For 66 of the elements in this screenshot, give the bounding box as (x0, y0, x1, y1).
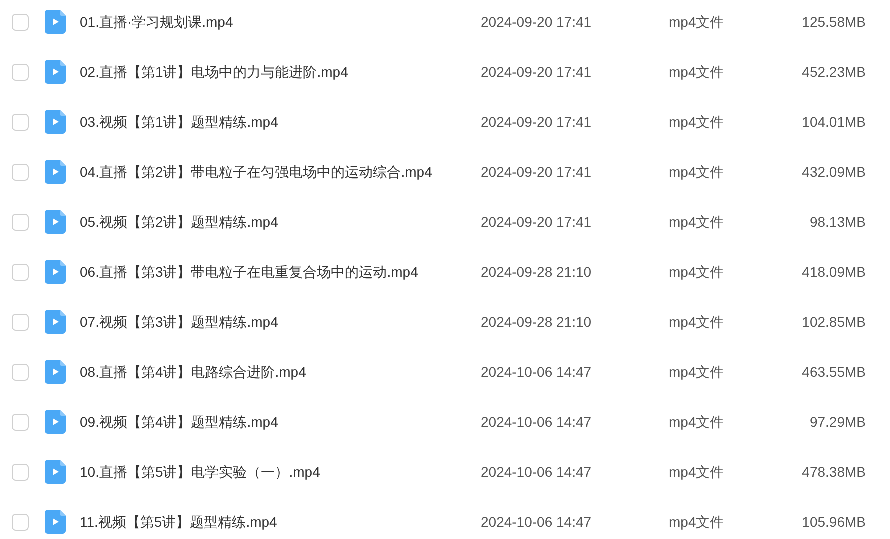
file-name[interactable]: 06.直播【第3讲】带电粒子在电重复合场中的运动.mp4 (80, 262, 481, 282)
file-name[interactable]: 02.直播【第1讲】电场中的力与能进阶.mp4 (80, 62, 481, 82)
video-file-icon (45, 410, 66, 434)
modified-time: 2024-10-06 14:47 (481, 412, 593, 432)
file-size: 104.01MB (801, 112, 866, 132)
checkbox[interactable] (12, 314, 29, 330)
file-size: 97.29MB (808, 412, 866, 432)
checkbox[interactable] (12, 214, 29, 230)
modified-time: 2024-09-28 21:10 (481, 262, 593, 282)
checkbox[interactable] (12, 164, 29, 180)
checkbox[interactable] (12, 114, 29, 130)
checkbox[interactable] (12, 14, 29, 30)
checkbox[interactable] (12, 514, 29, 530)
modified-time: 2024-09-20 17:41 (481, 62, 593, 82)
modified-time: 2024-09-28 21:10 (481, 312, 593, 332)
file-type: mp4文件 (669, 62, 726, 82)
file-name[interactable]: 10.直播【第5讲】电学实验（一）.mp4 (80, 462, 481, 482)
video-file-icon (45, 460, 66, 484)
video-file-icon (45, 360, 66, 384)
file-type: mp4文件 (669, 162, 726, 182)
file-size: 452.23MB (801, 62, 866, 82)
video-file-icon (45, 110, 66, 134)
file-type: mp4文件 (669, 462, 726, 482)
file-name[interactable]: 04.直播【第2讲】带电粒子在匀强电场中的运动综合.mp4 (80, 162, 481, 182)
checkbox[interactable] (12, 414, 29, 430)
file-type: mp4文件 (669, 112, 726, 132)
modified-time: 2024-09-20 17:41 (481, 162, 593, 182)
video-file-icon (45, 60, 66, 84)
file-size: 432.09MB (801, 162, 866, 182)
checkbox[interactable] (12, 264, 29, 280)
modified-time: 2024-10-06 14:47 (481, 362, 593, 382)
file-name[interactable]: 07.视频【第3讲】题型精练.mp4 (80, 312, 481, 332)
file-name[interactable]: 01.直播·学习规划课.mp4 (80, 12, 481, 32)
modified-time: 2024-09-20 17:41 (481, 212, 593, 232)
file-size: 478.38MB (801, 462, 866, 482)
file-type: mp4文件 (669, 212, 726, 232)
file-type: mp4文件 (669, 12, 726, 32)
file-type: mp4文件 (669, 312, 726, 332)
checkbox[interactable] (12, 364, 29, 380)
file-size: 463.55MB (801, 362, 866, 382)
file-type: mp4文件 (669, 362, 726, 382)
file-name[interactable]: 09.视频【第4讲】题型精练.mp4 (80, 412, 481, 432)
modified-time: 2024-09-20 17:41 (481, 112, 593, 132)
video-file-icon (45, 260, 66, 284)
modified-time: 2024-10-06 14:47 (481, 512, 593, 532)
file-name[interactable]: 08.直播【第4讲】电路综合进阶.mp4 (80, 362, 481, 382)
video-file-icon (45, 310, 66, 334)
video-file-icon (45, 160, 66, 184)
video-file-icon (45, 210, 66, 234)
modified-time: 2024-10-06 14:47 (481, 462, 593, 482)
video-file-icon (45, 10, 66, 34)
file-type: mp4文件 (669, 512, 726, 532)
file-size: 102.85MB (801, 312, 866, 332)
file-name[interactable]: 05.视频【第2讲】题型精练.mp4 (80, 212, 481, 232)
video-file-icon (45, 510, 66, 534)
file-size: 418.09MB (801, 262, 866, 282)
checkbox[interactable] (12, 64, 29, 80)
file-size: 98.13MB (808, 212, 866, 232)
file-type: mp4文件 (669, 262, 726, 282)
file-size: 105.96MB (801, 512, 866, 532)
modified-time: 2024-09-20 17:41 (481, 12, 593, 32)
file-name[interactable]: 03.视频【第1讲】题型精练.mp4 (80, 112, 481, 132)
file-name[interactable]: 11.视频【第5讲】题型精练.mp4 (80, 512, 481, 532)
file-type: mp4文件 (669, 412, 726, 432)
file-size: 125.58MB (801, 12, 866, 32)
checkbox[interactable] (12, 464, 29, 480)
